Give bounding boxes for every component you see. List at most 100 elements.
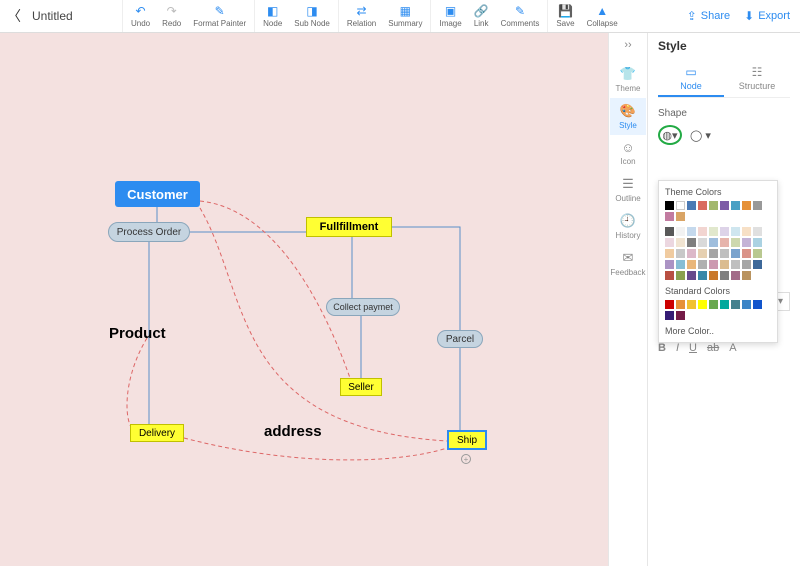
rstrip-feedback[interactable]: ✉Feedback xyxy=(610,245,645,282)
color-swatch[interactable] xyxy=(676,271,685,280)
color-swatch[interactable] xyxy=(676,212,685,221)
node-process-order[interactable]: Process Order xyxy=(108,222,190,242)
color-swatch[interactable] xyxy=(753,227,762,236)
rstrip-icon[interactable]: ☺Icon xyxy=(610,135,645,171)
color-swatch[interactable] xyxy=(753,260,762,269)
fill-color-button[interactable]: ◍ ▾ xyxy=(658,125,682,145)
format-i-button[interactable]: I xyxy=(676,342,679,354)
color-swatch[interactable] xyxy=(698,227,707,236)
color-swatch[interactable] xyxy=(709,201,718,210)
color-swatch[interactable] xyxy=(709,227,718,236)
color-swatch[interactable] xyxy=(731,271,740,280)
color-swatch[interactable] xyxy=(665,201,674,210)
color-swatch[interactable] xyxy=(687,249,696,258)
color-swatch[interactable] xyxy=(676,238,685,247)
color-swatch[interactable] xyxy=(687,238,696,247)
color-swatch[interactable] xyxy=(676,201,685,210)
toolbar-node[interactable]: ◧Node xyxy=(257,0,288,32)
color-swatch[interactable] xyxy=(698,300,707,309)
color-swatch[interactable] xyxy=(687,260,696,269)
color-swatch[interactable] xyxy=(676,227,685,236)
color-swatch[interactable] xyxy=(731,238,740,247)
format-b-button[interactable]: B xyxy=(658,342,666,354)
diagram-canvas[interactable]: Customer Process Order Fullfillment Coll… xyxy=(0,33,608,566)
color-swatch[interactable] xyxy=(698,249,707,258)
color-swatch[interactable] xyxy=(720,238,729,247)
color-swatch[interactable] xyxy=(731,300,740,309)
toolbar-format-painter[interactable]: ✎Format Painter xyxy=(187,0,252,32)
color-swatch[interactable] xyxy=(742,249,751,258)
toolbar-comments[interactable]: ✎Comments xyxy=(495,0,546,32)
color-swatch[interactable] xyxy=(720,271,729,280)
color-swatch[interactable] xyxy=(687,271,696,280)
label-product[interactable]: Product xyxy=(109,325,166,342)
color-swatch[interactable] xyxy=(676,311,685,320)
toolbar-redo[interactable]: ↷Redo xyxy=(156,0,187,32)
color-swatch[interactable] xyxy=(753,238,762,247)
node-delivery[interactable]: Delivery xyxy=(130,424,184,442)
border-color-button[interactable]: ◯ ▾ xyxy=(690,129,711,142)
color-swatch[interactable] xyxy=(676,300,685,309)
color-swatch[interactable] xyxy=(676,249,685,258)
node-seller[interactable]: Seller xyxy=(340,378,382,396)
color-swatch[interactable] xyxy=(720,260,729,269)
format-u-button[interactable]: U xyxy=(689,342,697,354)
color-swatch[interactable] xyxy=(720,227,729,236)
color-swatch[interactable] xyxy=(742,201,751,210)
color-swatch[interactable] xyxy=(709,300,718,309)
color-swatch[interactable] xyxy=(709,271,718,280)
color-swatch[interactable] xyxy=(665,227,674,236)
color-swatch[interactable] xyxy=(720,249,729,258)
color-swatch[interactable] xyxy=(753,300,762,309)
color-swatch[interactable] xyxy=(687,201,696,210)
color-swatch[interactable] xyxy=(665,238,674,247)
rstrip-outline[interactable]: ☰Outline xyxy=(610,171,645,208)
toolbar-sub-node[interactable]: ◨Sub Node xyxy=(288,0,336,32)
toolbar-image[interactable]: ▣Image xyxy=(433,0,467,32)
color-swatch[interactable] xyxy=(753,249,762,258)
color-swatch[interactable] xyxy=(709,249,718,258)
color-swatch[interactable] xyxy=(676,260,685,269)
color-swatch[interactable] xyxy=(687,227,696,236)
color-swatch[interactable] xyxy=(709,238,718,247)
share-button[interactable]: ⇪Share xyxy=(687,9,730,23)
toolbar-summary[interactable]: ▦Summary xyxy=(382,0,428,32)
color-swatch[interactable] xyxy=(731,249,740,258)
color-swatch[interactable] xyxy=(698,260,707,269)
toolbar-collapse[interactable]: ▲Collapse xyxy=(581,0,624,32)
color-swatch[interactable] xyxy=(665,311,674,320)
rstrip-style[interactable]: 🎨Style xyxy=(610,98,645,135)
color-swatch[interactable] xyxy=(665,300,674,309)
color-swatch[interactable] xyxy=(698,271,707,280)
export-button[interactable]: ⬇Export xyxy=(744,9,790,23)
node-collect-payment[interactable]: Collect paymet xyxy=(326,298,400,316)
color-swatch[interactable] xyxy=(742,271,751,280)
back-button[interactable]: 〈 xyxy=(0,0,28,32)
color-swatch[interactable] xyxy=(742,238,751,247)
tab-structure[interactable]: ☷Structure xyxy=(724,61,790,97)
color-swatch[interactable] xyxy=(698,201,707,210)
color-swatch[interactable] xyxy=(720,201,729,210)
color-swatch[interactable] xyxy=(731,201,740,210)
add-child-button[interactable]: + xyxy=(461,454,471,464)
toolbar-link[interactable]: 🔗Link xyxy=(468,0,495,32)
format-a-button[interactable]: A xyxy=(729,342,736,354)
collapse-panel-button[interactable]: ›› xyxy=(624,39,631,51)
toolbar-relation[interactable]: ⇄Relation xyxy=(341,0,382,32)
toolbar-undo[interactable]: ↶Undo xyxy=(125,0,156,32)
label-address[interactable]: address xyxy=(264,423,322,440)
node-customer[interactable]: Customer xyxy=(115,181,200,207)
color-swatch[interactable] xyxy=(742,300,751,309)
document-title[interactable]: Untitled xyxy=(32,9,122,23)
format-ab-button[interactable]: ab xyxy=(707,342,719,354)
node-parcel[interactable]: Parcel xyxy=(437,330,483,348)
color-swatch[interactable] xyxy=(731,260,740,269)
color-swatch[interactable] xyxy=(665,249,674,258)
toolbar-save[interactable]: 💾Save xyxy=(550,0,580,32)
color-swatch[interactable] xyxy=(665,271,674,280)
color-swatch[interactable] xyxy=(665,260,674,269)
color-swatch[interactable] xyxy=(665,212,674,221)
rstrip-theme[interactable]: 👕Theme xyxy=(610,61,645,98)
color-swatch[interactable] xyxy=(753,201,762,210)
tab-node[interactable]: ▭Node xyxy=(658,61,724,97)
